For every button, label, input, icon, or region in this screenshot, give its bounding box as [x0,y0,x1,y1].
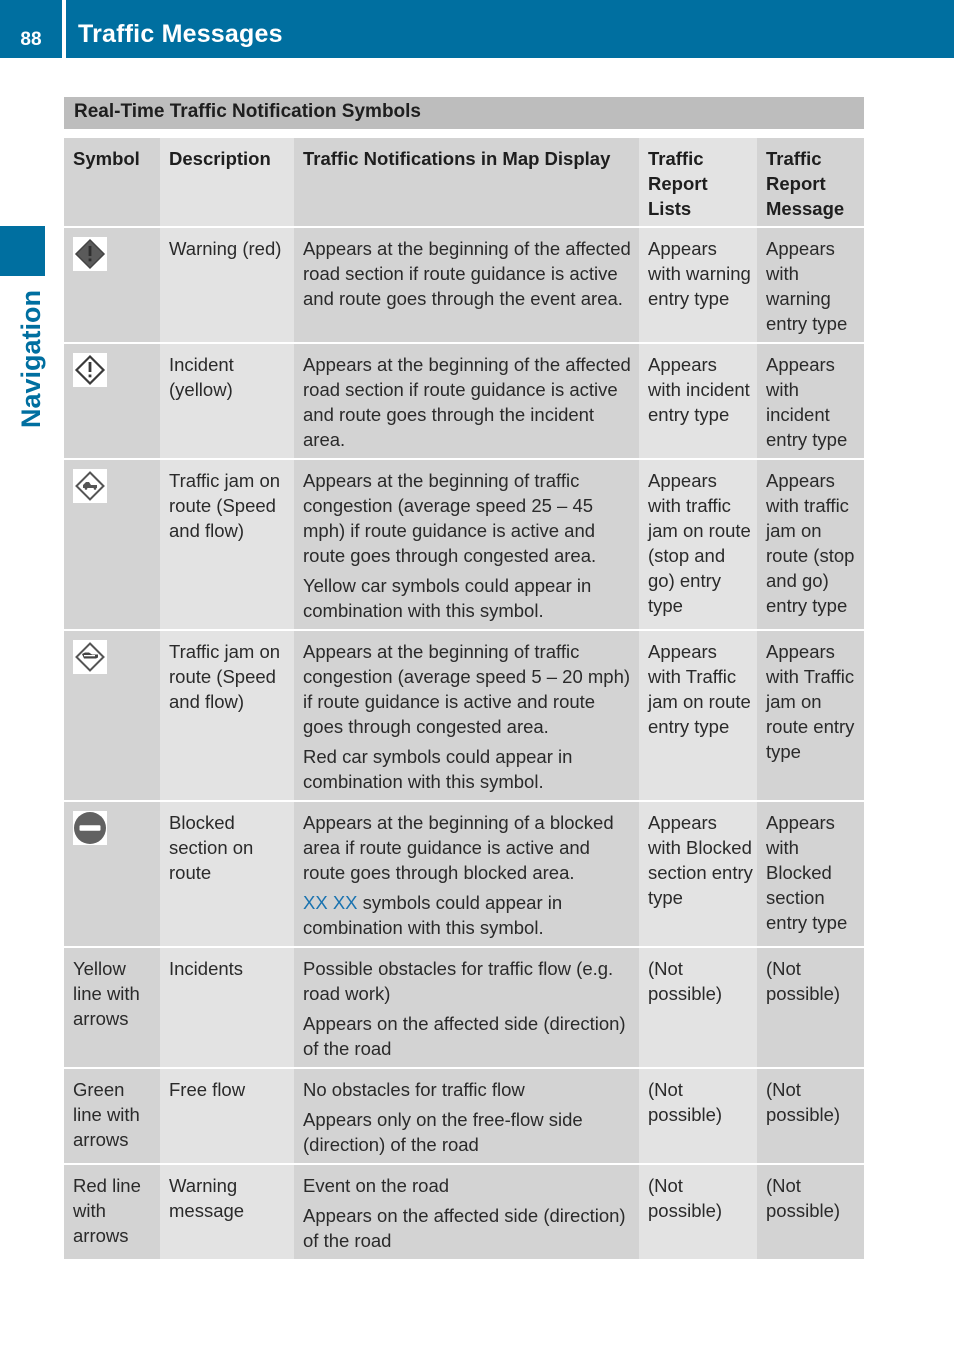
blocked-road-icon [73,811,107,845]
symbol-reference-link[interactable]: XX XX [303,892,358,913]
symbol-cell: Green line with arrows [64,1068,160,1165]
symbol-cell [64,459,160,631]
report-lists-cell: Appears with warning entry type [639,227,757,344]
symbols-table: Symbol Description Traffic Notifications… [64,138,864,1261]
table-row: Red line with arrows Warning message Eve… [64,1164,864,1261]
description-cell: Traffic jam on route (Speed and flow) [160,630,294,802]
report-lists-cell: Appears with traffic jam on route (stop … [639,459,757,631]
map-display-text: Appears at the beginning of the affected… [303,238,631,309]
map-display-cell: Appears at the beginning of the affected… [294,227,639,344]
page-header: 88 Traffic Messages [0,0,954,58]
report-message-cell: Appears with warning entry type [757,227,864,344]
incident-yellow-icon [73,353,107,387]
map-display-note: Appears only on the free-flow side (dire… [303,1109,583,1155]
map-display-note: XX XX symbols could appear in combinatio… [303,890,635,940]
description-cell: Free flow [160,1068,294,1165]
table-row: Yellow line with arrows Incidents Possib… [64,947,864,1069]
table-row: Traffic jam on route (Speed and flow) Ap… [64,459,864,631]
report-lists-cell: (Not possible) [639,1068,757,1165]
header-divider [62,0,66,58]
header-description: Description [160,138,294,228]
report-message-cell: Appears with incident entry type [757,343,864,460]
report-message-cell: Appears with traffic jam on route (stop … [757,459,864,631]
report-lists-cell: Appears with Blocked section entry type [639,801,757,948]
side-tab-marker [0,226,45,276]
map-display-note: Yellow car symbols could appear in combi… [303,575,592,621]
description-cell: Blocked section on route [160,801,294,948]
description-cell: Traffic jam on route (Speed and flow) [160,459,294,631]
table-row: Warning (red) Appears at the beginning o… [64,227,864,344]
report-message-cell: Appears with Traffic jam on route entry … [757,630,864,802]
warning-red-icon [73,237,107,271]
symbol-cell [64,343,160,460]
map-display-note: Red car symbols could appear in combinat… [303,746,573,792]
description-cell: Incident (yellow) [160,343,294,460]
description-cell: Incidents [160,947,294,1069]
report-lists-cell: Appears with incident entry type [639,343,757,460]
symbol-cell: Yellow line with arrows [64,947,160,1069]
report-message-cell: (Not possible) [757,1164,864,1261]
header-symbol: Symbol [64,138,160,228]
report-message-cell: (Not possible) [757,947,864,1069]
symbol-cell: Red line with arrows [64,1164,160,1261]
header-report-lists: Traffic Report Lists [639,138,757,228]
map-display-text: Possible obstacles for traffic flow (e.g… [303,958,614,1004]
symbol-cell [64,630,160,802]
traffic-jam-yellow-icon [73,469,107,503]
chapter-title: Traffic Messages [78,20,283,48]
side-tab-label: Navigation [16,289,46,428]
table-header-row: Symbol Description Traffic Notifications… [64,138,864,228]
symbol-cell [64,801,160,948]
map-display-cell: Appears at the beginning of a blocked ar… [294,801,639,948]
map-display-note: Appears on the affected side (direction)… [303,1013,626,1059]
description-cell: Warning (red) [160,227,294,344]
symbol-cell [64,227,160,344]
table-row: Blocked section on route Appears at the … [64,801,864,948]
map-display-cell: Appears at the beginning of traffic cong… [294,459,639,631]
map-display-cell: Event on the road Appears on the affecte… [294,1164,639,1261]
map-display-text: Appears at the beginning of the affected… [303,354,631,450]
map-display-cell: No obstacles for traffic flow Appears on… [294,1068,639,1165]
map-display-text: Appears at the beginning of traffic cong… [303,641,631,737]
header-report-message: Traffic Report Message [757,138,864,228]
map-display-text: Appears at the beginning of traffic cong… [303,470,597,566]
report-message-cell: Appears with Blocked section entry type [757,801,864,948]
page-number: 88 [20,29,42,50]
map-display-cell: Appears at the beginning of traffic cong… [294,630,639,802]
table-row: Green line with arrows Free flow No obst… [64,1068,864,1165]
report-message-cell: (Not possible) [757,1068,864,1165]
map-display-text: No obstacles for traffic flow [303,1079,525,1100]
report-lists-cell: (Not possible) [639,947,757,1069]
map-display-cell: Appears at the beginning of the affected… [294,343,639,460]
table-row: Incident (yellow) Appears at the beginni… [64,343,864,460]
section-title: Real-Time Traffic Notification Symbols [64,97,864,129]
description-cell: Warning message [160,1164,294,1261]
map-display-cell: Possible obstacles for traffic flow (e.g… [294,947,639,1069]
report-lists-cell: Appears with Traffic jam on route entry … [639,630,757,802]
traffic-jam-red-icon [73,640,107,674]
header-map-display: Traffic Notifications in Map Display [294,138,639,228]
map-display-text: Event on the road [303,1175,450,1196]
table-row: Traffic jam on route (Speed and flow) Ap… [64,630,864,802]
map-display-note: Appears on the affected side (direction)… [303,1205,626,1251]
map-display-text: Appears at the beginning of a blocked ar… [303,812,614,883]
report-lists-cell: (Not possible) [639,1164,757,1261]
